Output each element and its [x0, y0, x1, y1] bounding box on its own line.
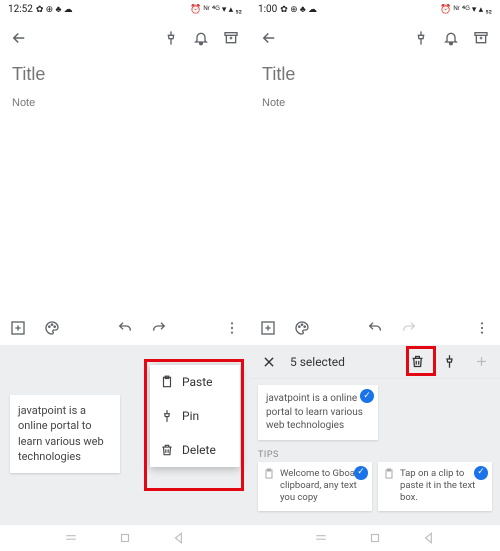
status-time: 1:00	[258, 4, 277, 15]
undo-icon[interactable]	[115, 318, 135, 338]
menu-paste[interactable]: Paste	[150, 365, 240, 399]
clipboard-panel: javatpoint is a online portal to learn v…	[0, 345, 250, 525]
clipboard-panel: 5 selected javatpoint is a online portal…	[250, 345, 500, 525]
add-box-icon[interactable]	[8, 318, 28, 338]
tip-text: Tap on a clip to paste it in the text bo…	[400, 468, 475, 504]
delete-icon	[160, 443, 174, 457]
clip-text: javatpoint is a online portal to learn v…	[266, 393, 363, 431]
status-time: 12:52	[8, 4, 33, 15]
note-input[interactable]	[262, 97, 488, 109]
palette-icon[interactable]	[42, 318, 62, 338]
status-bar: 12:52 ✿ ⊕ ♣ ☁ ⏰ ᴺʳ ⁴ᴳ ▾ ▴ ₅₂	[0, 0, 250, 18]
bottom-toolbar	[250, 311, 500, 345]
app-bar	[0, 18, 250, 58]
nav-recents-icon[interactable]	[314, 531, 328, 545]
redo-icon[interactable]	[149, 318, 169, 338]
pin-action[interactable]	[408, 25, 434, 51]
tip-card[interactable]: Tap on a clip to paste it in the text bo…	[378, 462, 492, 511]
selection-bar: 5 selected	[250, 345, 500, 379]
checked-icon: ✓	[360, 389, 374, 403]
title-input[interactable]	[262, 64, 488, 85]
nav-bar	[0, 525, 250, 551]
tip-text: Welcome to Gboard clipboard, any text yo…	[280, 468, 363, 504]
checked-icon: ✓	[474, 466, 488, 480]
back-button[interactable]	[6, 25, 32, 51]
palette-icon[interactable]	[292, 318, 312, 338]
note-input[interactable]	[12, 97, 238, 109]
context-menu: Paste Pin Delete	[150, 365, 240, 467]
nav-home-icon[interactable]	[368, 531, 382, 545]
reminder-action[interactable]	[438, 25, 464, 51]
status-bar: 1:00 ✿ ⊕ ♣ ☁ ⏰ ᴺʳ ⁴ᴳ ▾ ▴ ₅₂	[250, 0, 500, 18]
nav-back-icon[interactable]	[422, 531, 436, 545]
checked-icon: ✓	[354, 466, 368, 480]
nav-bar	[250, 525, 500, 551]
more-icon[interactable]	[222, 318, 242, 338]
pin-action[interactable]	[158, 25, 184, 51]
pin-selected-button[interactable]	[438, 351, 460, 373]
screen-left: 12:52 ✿ ⊕ ♣ ☁ ⏰ ᴺʳ ⁴ᴳ ▾ ▴ ₅₂	[0, 0, 250, 551]
status-icons-left: ✿ ⊕ ♣ ☁	[36, 4, 73, 15]
nav-home-icon[interactable]	[118, 531, 132, 545]
clipboard-card[interactable]: javatpoint is a online portal to learn v…	[10, 395, 120, 473]
title-input[interactable]	[12, 64, 238, 85]
menu-paste-label: Paste	[182, 375, 213, 389]
menu-pin-label: Pin	[182, 409, 199, 423]
status-icons-right: ⏰ ᴺʳ ⁴ᴳ ▾ ▴ ₅₂	[440, 4, 492, 15]
nav-back-icon[interactable]	[172, 531, 186, 545]
clip-icon	[263, 468, 275, 480]
bottom-toolbar	[0, 311, 250, 345]
selected-count: 5 selected	[290, 355, 396, 369]
tip-card[interactable]: Welcome to Gboard clipboard, any text yo…	[258, 462, 372, 511]
reminder-action[interactable]	[188, 25, 214, 51]
delete-selected-button[interactable]	[406, 351, 428, 373]
redo-icon	[399, 318, 419, 338]
status-icons-left: ✿ ⊕ ♣ ☁	[280, 4, 317, 15]
back-button[interactable]	[256, 25, 282, 51]
nav-recents-icon[interactable]	[64, 531, 78, 545]
add-clip-button[interactable]	[470, 351, 492, 373]
archive-action[interactable]	[468, 25, 494, 51]
paste-icon	[160, 375, 174, 389]
clipboard-card[interactable]: javatpoint is a online portal to learn v…	[258, 385, 378, 440]
tips-label: TIPS	[250, 446, 500, 462]
more-icon[interactable]	[472, 318, 492, 338]
add-box-icon[interactable]	[258, 318, 278, 338]
archive-action[interactable]	[218, 25, 244, 51]
menu-pin[interactable]: Pin	[150, 399, 240, 433]
screen-right: 1:00 ✿ ⊕ ♣ ☁ ⏰ ᴺʳ ⁴ᴳ ▾ ▴ ₅₂	[250, 0, 500, 551]
clip-icon	[383, 468, 395, 480]
close-selection-button[interactable]	[258, 351, 280, 373]
app-bar	[250, 18, 500, 58]
menu-delete[interactable]: Delete	[150, 433, 240, 467]
undo-icon[interactable]	[365, 318, 385, 338]
pin-icon	[160, 409, 174, 423]
menu-delete-label: Delete	[182, 443, 216, 457]
status-icons-right: ⏰ ᴺʳ ⁴ᴳ ▾ ▴ ₅₂	[190, 4, 242, 15]
